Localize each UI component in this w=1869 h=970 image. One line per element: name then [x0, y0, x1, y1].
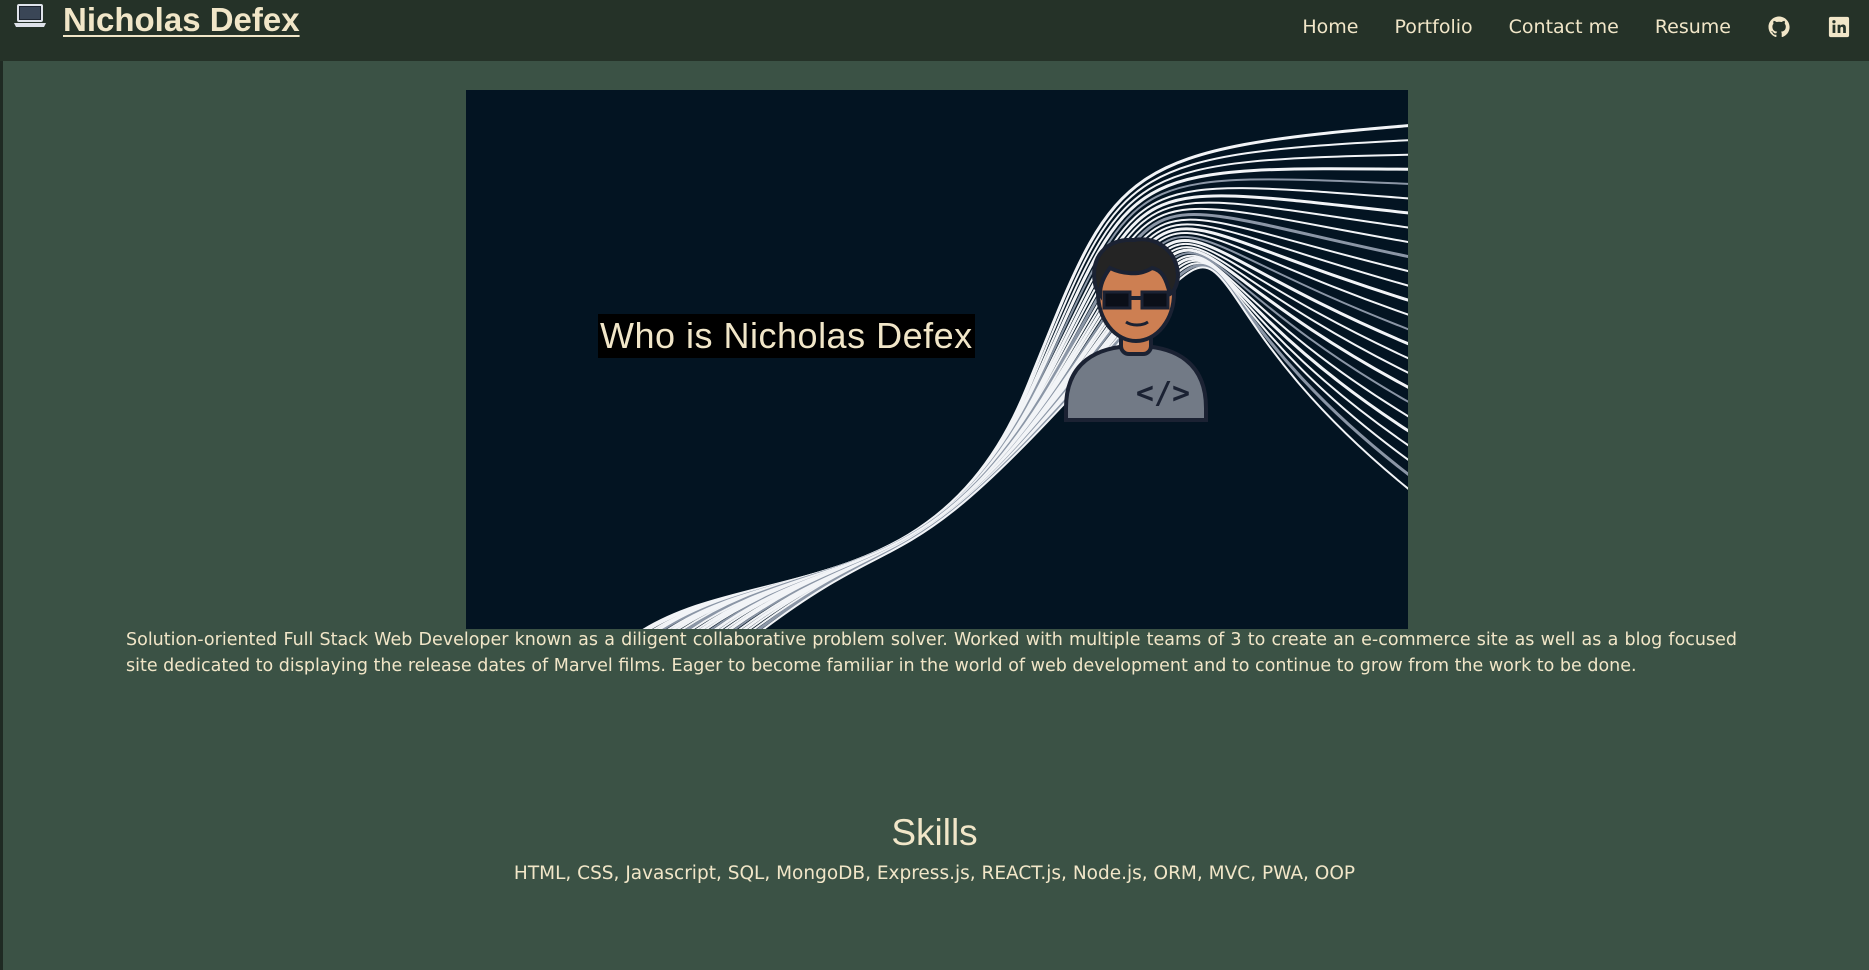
wave-line	[719, 242, 1408, 629]
bio-paragraph: Solution-oriented Full Stack Web Develop…	[126, 630, 1737, 676]
wave-line	[648, 139, 1408, 629]
nav-contact[interactable]: Contact me	[1509, 16, 1619, 38]
linkedin-icon[interactable]	[1827, 15, 1851, 39]
main-nav: Home Portfolio Contact me Resume	[1284, 0, 1869, 54]
brand-link[interactable]: Nicholas Defex	[13, 0, 300, 40]
hero-title: Who is Nicholas Defex	[598, 314, 975, 358]
nav-resume[interactable]: Resume	[1655, 16, 1731, 38]
github-icon[interactable]	[1767, 15, 1791, 39]
skills-list: HTML, CSS, Javascript, SQL, MongoDB, Exp…	[513, 863, 1356, 884]
wave-line	[695, 223, 1408, 629]
hero-banner: </> Who is Nicholas Defex	[466, 90, 1408, 629]
nav-home[interactable]: Home	[1302, 16, 1358, 38]
wave-line	[699, 227, 1408, 629]
site-header: Nicholas Defex Home Portfolio Contact me…	[0, 0, 1869, 61]
brand-name: Nicholas Defex	[63, 1, 300, 38]
wave-line	[713, 239, 1408, 629]
laptop-icon	[13, 0, 47, 40]
code-badge: </>	[1136, 376, 1190, 411]
hero-wave-graphic: </>	[642, 124, 1408, 629]
wave-line	[657, 167, 1408, 629]
nav-portfolio[interactable]: Portfolio	[1394, 16, 1472, 38]
skills-heading: Skills	[891, 812, 978, 853]
